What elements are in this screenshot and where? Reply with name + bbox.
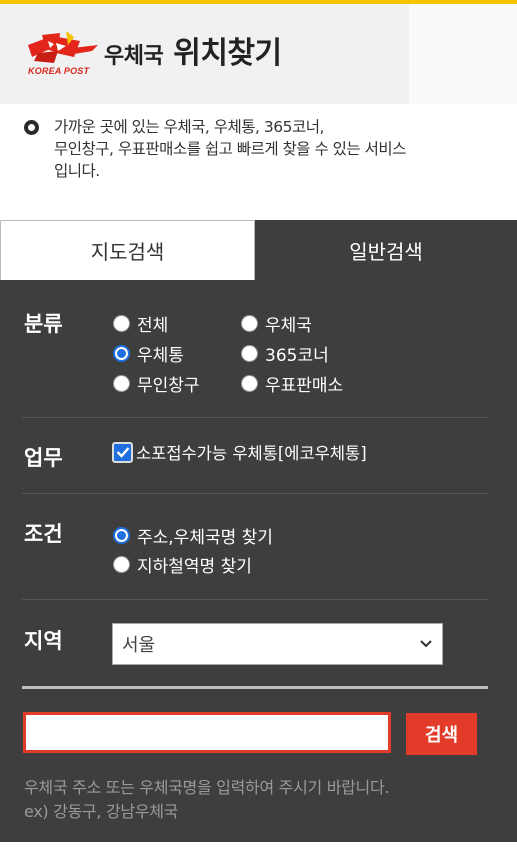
help-line-2: ex) 강동구, 강남우체국: [24, 802, 179, 821]
condition-label: 조건: [24, 522, 63, 546]
search-form-panel: 분류 전체 우체국 우체통 365코너 무인창구 우표판매소 업무 소포접수가능…: [0, 280, 517, 842]
intro-text: 가까운 곳에 있는 우체국, 우체통, 365코너, 무인창구, 우표판매소를 …: [54, 116, 517, 182]
chevron-down-icon: [420, 640, 432, 648]
page-title: 우체국 위치찾기: [104, 28, 282, 71]
region-selected-value: 서울: [122, 635, 156, 656]
radio-label: 주소,우체국명 찾기: [137, 528, 273, 548]
header-right-panel: [409, 4, 517, 104]
radio-label: 우체국: [265, 316, 312, 336]
search-input[interactable]: [23, 712, 391, 753]
page-title-main: 위치찾기: [173, 36, 282, 71]
intro-line-1: 가까운 곳에 있는 우체국, 우체통, 365코너,: [54, 118, 324, 136]
region-label: 지역: [24, 629, 63, 653]
radio-category-all[interactable]: 전체: [113, 311, 168, 336]
tab-general-search[interactable]: 일반검색: [255, 220, 517, 280]
radio-condition-address[interactable]: 주소,우체국명 찾기: [113, 523, 273, 548]
radio-selected-icon: [113, 345, 130, 362]
tab-map-search[interactable]: 지도검색: [0, 220, 255, 280]
checkmark-icon: [112, 441, 133, 463]
intro-line-2: 무인창구, 우표판매소를 쉽고 빠르게 찾을 수 있는 서비스: [54, 140, 406, 158]
radio-circle-icon: [113, 375, 130, 392]
category-label: 분류: [24, 312, 63, 336]
section-separator: [22, 686, 488, 689]
radio-circle-icon: [241, 345, 258, 362]
service-label: 업무: [24, 446, 63, 470]
intro-line-3: 입니다.: [54, 162, 100, 180]
radio-category-post-office[interactable]: 우체국: [241, 311, 312, 336]
checkbox-label: 소포접수가능 우체통[에코우체통]: [136, 444, 367, 463]
radio-circle-icon: [113, 556, 130, 573]
radio-label: 전체: [137, 316, 169, 336]
radio-circle-icon: [113, 315, 130, 332]
radio-label: 우표판매소: [265, 376, 344, 396]
page-title-prefix: 우체국: [104, 44, 164, 69]
radio-label: 무인창구: [137, 376, 200, 396]
divider: [22, 599, 488, 600]
bottom-strip: [0, 842, 517, 850]
radio-category-365-corner[interactable]: 365코너: [241, 341, 329, 366]
bullet-circle-icon: [24, 120, 39, 135]
radio-category-mailbox[interactable]: 우체통: [113, 341, 184, 366]
help-line-1: 우체국 주소 또는 우체국명을 입력하여 주시기 바랍니다.: [24, 778, 390, 797]
logo-caption: KOREA POST: [28, 66, 90, 76]
search-tabs: 지도검색 일반검색: [0, 220, 517, 280]
divider: [22, 493, 488, 494]
region-select[interactable]: 서울: [112, 623, 443, 665]
radio-label: 지하철역명 찾기: [137, 557, 252, 577]
eco-mailbox-checkbox[interactable]: 소포접수가능 우체통[에코우체통]: [112, 440, 367, 464]
radio-circle-icon: [241, 375, 258, 392]
radio-selected-icon: [113, 527, 130, 544]
radio-category-unmanned-counter[interactable]: 무인창구: [113, 371, 200, 396]
divider: [22, 417, 488, 418]
search-button[interactable]: 검색: [406, 713, 477, 755]
radio-condition-subway[interactable]: 지하철역명 찾기: [113, 552, 252, 577]
search-help-text: 우체국 주소 또는 우체국명을 입력하여 주시기 바랍니다. ex) 강동구, …: [24, 776, 504, 824]
radio-circle-icon: [241, 315, 258, 332]
radio-label: 365코너: [265, 346, 329, 366]
radio-label: 우체통: [137, 346, 184, 366]
radio-category-stamp-seller[interactable]: 우표판매소: [241, 371, 343, 396]
